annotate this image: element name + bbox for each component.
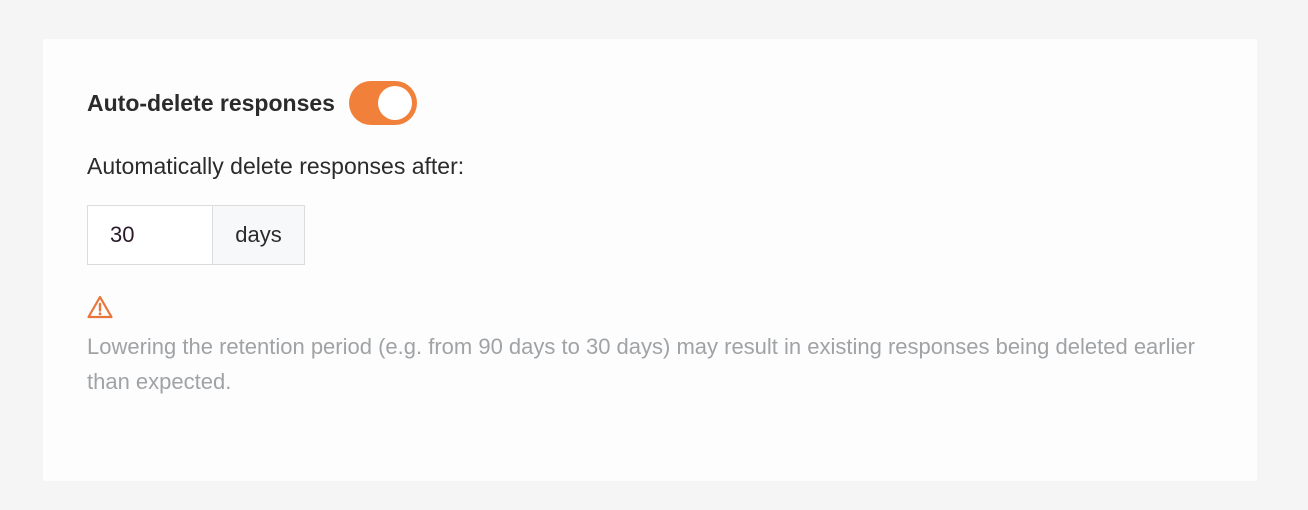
auto-delete-label: Auto-delete responses (87, 89, 335, 116)
retention-period-label: Automatically delete responses after: (87, 153, 465, 179)
retention-warning-text: Lowering the retention period (e.g. from… (87, 334, 1195, 394)
retention-days-input[interactable] (88, 206, 213, 264)
toggle-knob (377, 86, 412, 120)
auto-delete-row: Auto-delete responses (87, 81, 417, 125)
warning-triangle-icon (87, 295, 113, 319)
auto-delete-settings-card: Auto-delete responses Automatically dele… (43, 39, 1257, 481)
retention-unit-label: days (213, 206, 304, 264)
auto-delete-toggle[interactable] (348, 81, 417, 125)
retention-input-group: days (87, 205, 305, 265)
